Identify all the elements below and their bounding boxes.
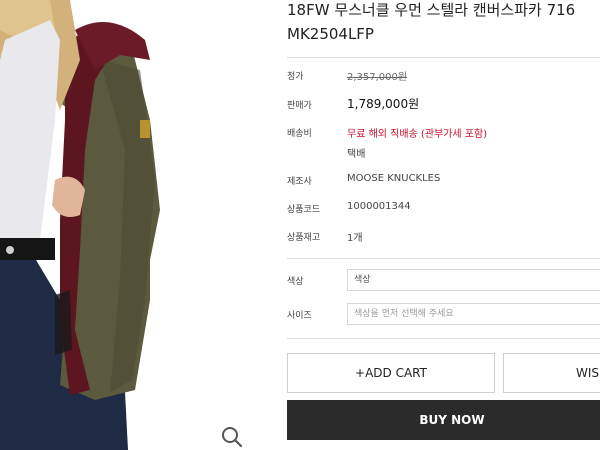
product-title-line1: 18FW 무스너클 우먼 스텔라 캔버스파카 716 <box>287 1 576 19</box>
wishlist-button[interactable]: WIS <box>503 353 600 393</box>
stock-label: 상품재고 <box>287 233 321 243</box>
shipping-label: 배송비 <box>287 129 312 139</box>
add-cart-button[interactable]: +ADD CART <box>287 353 495 393</box>
color-select[interactable]: 색상 <box>347 269 600 291</box>
product-code-title: MK2504LFP <box>287 25 374 43</box>
list-price: 2,357,000원 <box>347 72 408 83</box>
size-select[interactable]: 색상을 먼저 선택해 주세요 <box>347 303 600 325</box>
magnifier-icon[interactable] <box>220 425 244 449</box>
sale-price-label: 판매가 <box>287 101 312 111</box>
stock-value: 1개 <box>347 233 363 244</box>
color-option-label: 색상 <box>287 277 304 287</box>
shipping-value: 무료 해외 직배송 (관부가세 포함) <box>347 129 488 140</box>
divider-top <box>287 57 600 58</box>
product-image[interactable] <box>0 0 262 450</box>
product-code-value: 1000001344 <box>347 201 411 212</box>
list-price-label: 정가 <box>287 72 304 82</box>
product-details: 18FW 무스너클 우먼 스텔라 캔버스파카 716 MK2504LFP 정가 … <box>287 0 600 450</box>
size-option-label: 사이즈 <box>287 311 312 321</box>
divider-actions <box>287 338 600 339</box>
product-code-label: 상품코드 <box>287 205 321 215</box>
product-title: 18FW 무스너클 우먼 스텔라 캔버스파카 716 MK2504LFP <box>287 0 600 46</box>
product-photo <box>0 0 160 450</box>
divider-options <box>287 258 600 259</box>
maker-value: MOOSE KNUCKLES <box>347 173 441 184</box>
maker-label: 제조사 <box>287 177 312 187</box>
shipping-method: 택배 <box>347 149 366 160</box>
sale-price: 1,789,000원 <box>347 97 420 111</box>
buy-now-button[interactable]: BUY NOW <box>287 400 600 440</box>
